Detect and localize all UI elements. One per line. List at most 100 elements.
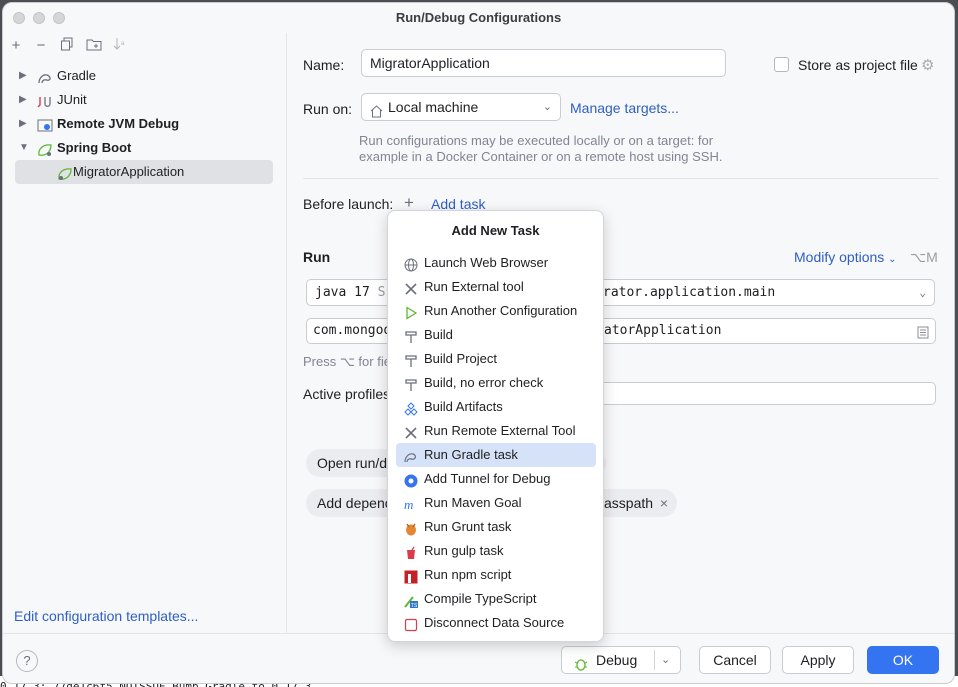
debug-button[interactable]: Debug ⌄ [561, 646, 681, 674]
help-button[interactable]: ? [16, 650, 38, 672]
chip-label: Open run/de [317, 455, 395, 471]
module-value: rator.application.main [603, 285, 776, 300]
task-item-label: Disconnect Data Source [424, 615, 565, 630]
add-configuration-icon[interactable]: + [7, 37, 25, 55]
junit-icon [37, 93, 53, 108]
task-item-build-no-error-check[interactable]: Build, no error check [396, 371, 596, 395]
task-item-label: Add Tunnel for Debug [424, 471, 551, 486]
manage-targets-link[interactable]: Manage targets... [570, 100, 679, 116]
task-item-run-grunt-task[interactable]: Run Grunt task [396, 515, 596, 539]
play-icon [404, 304, 418, 320]
copy-configuration-icon[interactable] [58, 37, 76, 55]
hammer-icon [404, 352, 418, 367]
task-item-run-remote-external-tool[interactable]: Run Remote External Tool [396, 419, 596, 443]
task-item-label: Build, no error check [424, 375, 544, 390]
spring-boot-icon [37, 141, 53, 156]
main-class-prefix: com.mongod [313, 323, 392, 338]
tunnel-icon [404, 472, 418, 488]
task-item-build-artifacts[interactable]: Build Artifacts [396, 395, 596, 419]
task-item-run-gradle-task[interactable]: Run Gradle task [396, 443, 596, 467]
task-item-label: Run Grunt task [424, 519, 512, 534]
tree-item-gradle[interactable]: ▶ Gradle [15, 64, 273, 88]
browse-icon[interactable] [917, 324, 929, 343]
modify-options-label: Modify options [794, 249, 885, 265]
task-item-run-external-tool[interactable]: Run External tool [396, 275, 596, 299]
task-item-build[interactable]: Build [396, 323, 596, 347]
chevron-down-icon[interactable]: ⌄ [661, 647, 670, 673]
name-field[interactable]: MigratorApplication [361, 49, 726, 77]
modify-options-shortcut: ⌥M [910, 249, 938, 265]
task-item-run-gulp-task[interactable]: Run gulp task [396, 539, 596, 563]
ok-button[interactable]: OK [867, 646, 939, 674]
npm-icon [404, 568, 418, 584]
close-icon[interactable]: × [660, 489, 668, 517]
task-item-compile-typescript[interactable]: TS Compile TypeScript [396, 587, 596, 611]
window-title: Run/Debug Configurations [395, 10, 562, 25]
maven-icon: m [404, 496, 418, 512]
globe-icon [404, 256, 418, 272]
chevron-right-icon[interactable]: ▶ [19, 88, 31, 112]
tree-item-label: Gradle [57, 68, 97, 83]
active-profiles-field[interactable] [583, 382, 936, 405]
edit-templates-link[interactable]: Edit configuration templates... [14, 608, 198, 624]
run-on-dropdown[interactable]: Local machine ⌄ [361, 93, 561, 121]
task-item-launch-web-browser[interactable]: Launch Web Browser [396, 251, 596, 275]
task-item-label: Run npm script [424, 567, 512, 582]
task-item-label: Run Another Configuration [424, 303, 578, 318]
task-item-label: Run External tool [424, 279, 524, 294]
debug-label: Debug [596, 652, 638, 668]
separator [303, 178, 939, 179]
gear-icon[interactable]: ⚙ [921, 56, 934, 74]
tree-item-label: Remote JVM Debug [57, 116, 180, 131]
debug-bug-icon [574, 653, 588, 679]
run-on-hint: Run configurations may be executed local… [359, 133, 723, 164]
chevron-right-icon[interactable]: ▶ [19, 112, 31, 136]
task-item-label: Run Maven Goal [424, 495, 522, 510]
sort-icon[interactable]: a [111, 37, 129, 55]
press-alt-hint: Press ⌥ for fie [303, 354, 391, 369]
tools-icon [404, 280, 418, 295]
name-label: Name: [303, 57, 345, 73]
task-item-label: Run Remote External Tool [424, 423, 576, 438]
remove-configuration-icon[interactable]: − [32, 37, 50, 55]
apply-button[interactable]: Apply [782, 646, 854, 674]
task-item-disconnect-data-source[interactable]: Disconnect Data Source [396, 611, 596, 635]
active-profiles-label: Active profiles [303, 386, 391, 402]
chevron-right-icon[interactable]: ▶ [19, 64, 31, 88]
chevron-down-icon: ⌄ [888, 254, 897, 265]
modify-options-link[interactable]: Modify options ⌄ [794, 249, 897, 265]
task-item-run-another-configuration[interactable]: Run Another Configuration [396, 299, 596, 323]
hammer-icon [404, 376, 418, 391]
remote-debug-icon [37, 117, 53, 132]
task-item-label: Build Artifacts [424, 399, 503, 414]
store-as-project-file-checkbox[interactable] [774, 57, 789, 72]
task-item-label: Build Project [424, 351, 497, 366]
spring-boot-icon [57, 165, 73, 180]
run-on-label: Run on: [303, 101, 353, 117]
tree-item-label: Spring Boot [57, 140, 132, 155]
cancel-button[interactable]: Cancel [699, 646, 771, 674]
task-item-run-maven-goal[interactable]: m Run Maven Goal [396, 491, 596, 515]
tree-item-label: JUnit [57, 92, 87, 107]
tree-item-remote-jvm-debug[interactable]: ▶ Remote JVM Debug [15, 112, 273, 136]
gulp-icon [404, 544, 418, 559]
configuration-sidebar: + − a ▶ Gradle ▶ JUnit ▶ Remote JVM Debu… [3, 33, 287, 633]
new-folder-icon[interactable] [85, 37, 103, 55]
disconnect-icon [404, 616, 418, 632]
chip-label-suffix: asspath [604, 495, 654, 511]
chip-label: Add depenc [317, 495, 392, 511]
split-separator [654, 650, 655, 670]
jdk-suffix: S [377, 285, 386, 300]
svg-text:TS: TS [411, 603, 418, 608]
task-item-add-tunnel-for-debug[interactable]: Add Tunnel for Debug [396, 467, 596, 491]
gradle-icon [37, 69, 53, 84]
task-item-run-npm-script[interactable]: Run npm script [396, 563, 596, 587]
task-item-label: Run gulp task [424, 543, 504, 558]
run-section-heading: Run [303, 249, 331, 265]
task-item-build-project[interactable]: Build Project [396, 347, 596, 371]
tree-item-junit[interactable]: ▶ JUnit [15, 88, 273, 112]
tree-item-migrator-application[interactable]: MigratorApplication [15, 160, 273, 184]
chevron-down-icon[interactable]: ▼ [19, 136, 31, 160]
tree-item-spring-boot[interactable]: ▼ Spring Boot [15, 136, 273, 160]
jdk-value: java 17 [315, 285, 370, 300]
